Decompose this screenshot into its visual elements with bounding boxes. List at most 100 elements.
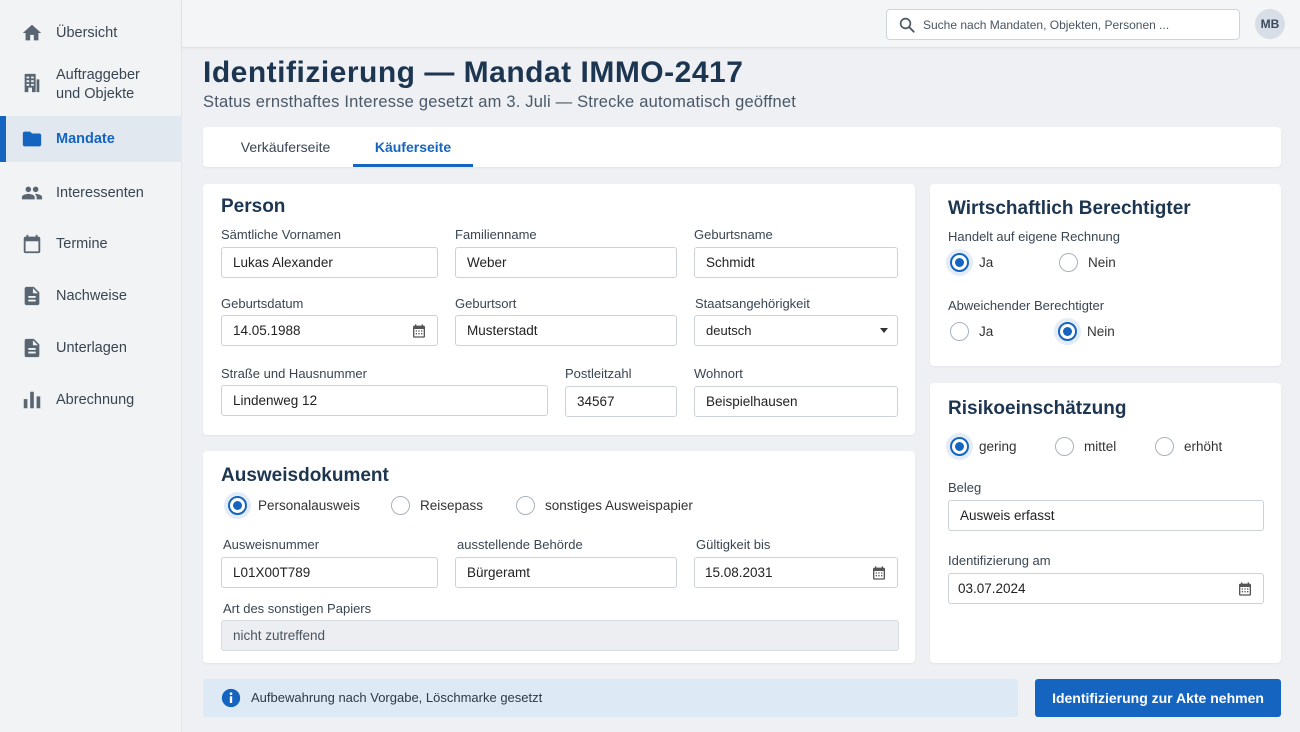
ausweis-title: Ausweisdokument bbox=[221, 465, 389, 486]
calendar-icon[interactable] bbox=[411, 323, 427, 339]
gueltigkeit-field[interactable] bbox=[694, 557, 898, 588]
gueltigkeit-label: Gültigkeit bis bbox=[696, 537, 771, 552]
sidebar-item-unterlagen[interactable]: Unterlagen bbox=[0, 325, 182, 371]
familienname-label: Familienname bbox=[455, 227, 537, 242]
calendar-icon[interactable] bbox=[871, 565, 887, 581]
plz-field[interactable] bbox=[565, 386, 677, 417]
tab-verkaeuferseite[interactable]: Verkäuferseite bbox=[218, 127, 353, 167]
radio-circle[interactable] bbox=[391, 496, 410, 515]
sidebar-item-abrechnung[interactable]: Abrechnung bbox=[0, 377, 182, 423]
geburtsname-field[interactable] bbox=[694, 247, 898, 278]
search-box[interactable] bbox=[886, 9, 1240, 40]
identifizierung-am-label: Identifizierung am bbox=[948, 553, 1051, 568]
wohnort-label: Wohnort bbox=[694, 366, 743, 381]
calendar-icon[interactable] bbox=[1237, 581, 1253, 597]
geburtsort-input[interactable] bbox=[456, 316, 676, 345]
sidebar-item-termine[interactable]: Termine bbox=[0, 221, 182, 267]
radio-label: Nein bbox=[1088, 255, 1116, 270]
strasse-field[interactable] bbox=[221, 385, 548, 416]
gueltigkeit-input[interactable] bbox=[695, 558, 897, 587]
tab-kaeuferseite[interactable]: Käuferseite bbox=[353, 127, 473, 167]
wohnort-input[interactable] bbox=[695, 387, 897, 416]
art-field bbox=[221, 620, 899, 651]
search-icon bbox=[899, 17, 915, 33]
person-card: Person Sämtliche Vornamen Familienname G… bbox=[203, 184, 915, 435]
radio-label: Ja bbox=[979, 324, 994, 339]
chevron-down-icon bbox=[880, 328, 888, 333]
identifizierung-am-field[interactable] bbox=[948, 573, 1264, 604]
ausweisnummer-input[interactable] bbox=[222, 558, 437, 587]
radio-personalausweis[interactable]: Personalausweis bbox=[228, 496, 360, 515]
radio-circle[interactable] bbox=[1155, 437, 1174, 456]
sidebar-item-label: Termine bbox=[56, 236, 108, 252]
geburtsort-field[interactable] bbox=[455, 315, 677, 346]
beleg-field[interactable] bbox=[948, 500, 1264, 531]
eigene-rechnung-label: Handelt auf eigene Rechnung bbox=[948, 229, 1121, 244]
vornamen-label: Sämtliche Vornamen bbox=[221, 227, 341, 242]
sidebar-item-interessenten[interactable]: Interessenten bbox=[0, 170, 182, 216]
geburtsname-input[interactable] bbox=[695, 248, 897, 277]
info-text: Aufbewahrung nach Vorgabe, Löschmarke ge… bbox=[251, 690, 543, 705]
strasse-input[interactable] bbox=[222, 386, 547, 415]
geburtsdatum-field[interactable] bbox=[221, 315, 438, 346]
familienname-field[interactable] bbox=[455, 247, 677, 278]
sidebar-item-label: Mandate bbox=[56, 131, 115, 147]
radio-abweichender-ja[interactable]: Ja bbox=[950, 322, 993, 341]
radio-label: Personalausweis bbox=[258, 498, 361, 513]
sidebar-item-auftraggeber[interactable]: Auftraggeber und Objekte bbox=[0, 60, 182, 106]
radio-label: gering bbox=[979, 439, 1017, 454]
behoerde-label: ausstellende Behörde bbox=[457, 537, 583, 552]
geburtsort-label: Geburtsort bbox=[455, 296, 517, 311]
strasse-label: Straße und Hausnummer bbox=[221, 366, 367, 381]
radio-label: Ja bbox=[979, 255, 994, 270]
search-input[interactable] bbox=[923, 10, 1233, 39]
behoerde-field[interactable] bbox=[455, 557, 677, 588]
sidebar-item-label: Abrechnung bbox=[56, 392, 135, 408]
calendar-icon bbox=[21, 233, 43, 255]
radio-label: Nein bbox=[1087, 324, 1115, 339]
page-subtitle: Status ernsthaftes Interesse gesetzt am … bbox=[203, 93, 797, 111]
familienname-input[interactable] bbox=[456, 248, 676, 277]
geburtsname-label: Geburtsname bbox=[694, 227, 773, 242]
identifizierung-zur-akte-button[interactable]: Identifizierung zur Akte nehmen bbox=[1035, 679, 1281, 717]
vornamen-field[interactable] bbox=[221, 247, 438, 278]
radio-eigene-rechnung-ja[interactable]: Ja bbox=[950, 253, 993, 272]
geburtsdatum-input[interactable] bbox=[222, 316, 437, 345]
sidebar-item-mandate[interactable]: Mandate bbox=[0, 116, 182, 162]
radio-sonstiges[interactable]: sonstiges Ausweispapier bbox=[516, 496, 693, 515]
ausweisnummer-field[interactable] bbox=[221, 557, 438, 588]
radio-circle[interactable] bbox=[950, 322, 969, 341]
people-icon bbox=[21, 182, 43, 204]
radio-reisepass[interactable]: Reisepass bbox=[391, 496, 483, 515]
staatsangehoerigkeit-select[interactable]: deutsch bbox=[694, 315, 898, 346]
sidebar-item-label: Übersicht bbox=[56, 25, 118, 41]
plz-input[interactable] bbox=[566, 387, 676, 416]
sidebar-item-nachweise[interactable]: Nachweise bbox=[0, 273, 182, 319]
sidebar-item-label: Unterlagen bbox=[56, 340, 127, 356]
beleg-input[interactable] bbox=[949, 501, 1263, 530]
radio-circle[interactable] bbox=[228, 496, 247, 515]
behoerde-input[interactable] bbox=[456, 558, 676, 587]
radio-circle[interactable] bbox=[950, 253, 969, 272]
ausweis-card: Ausweisdokument Personalausweis Reisepas… bbox=[203, 451, 915, 663]
sidebar-item-uebersicht[interactable]: Übersicht bbox=[0, 10, 182, 56]
staatsangehoerigkeit-label: Staatsangehörigkeit bbox=[695, 296, 810, 311]
radio-circle[interactable] bbox=[950, 437, 969, 456]
radio-circle[interactable] bbox=[1055, 437, 1074, 456]
radio-eigene-rechnung-nein[interactable]: Nein bbox=[1059, 253, 1116, 272]
radio-abweichender-nein[interactable]: Nein bbox=[1058, 322, 1115, 341]
art-input bbox=[222, 621, 898, 650]
radio-risiko-erhoeht[interactable]: erhöht bbox=[1155, 437, 1222, 456]
radio-circle[interactable] bbox=[516, 496, 535, 515]
tab-bar: Verkäuferseite Käuferseite bbox=[203, 127, 1281, 167]
radio-circle[interactable] bbox=[1058, 322, 1077, 341]
identifizierung-am-input[interactable] bbox=[949, 574, 1263, 603]
radio-risiko-gering[interactable]: gering bbox=[950, 437, 1017, 456]
radio-circle[interactable] bbox=[1059, 253, 1078, 272]
avatar[interactable]: MB bbox=[1255, 9, 1285, 39]
page-title: Identifizierung — Mandat IMMO-2417 bbox=[203, 56, 744, 89]
staatsangehoerigkeit-value: deutsch bbox=[706, 323, 752, 338]
vornamen-input[interactable] bbox=[222, 248, 437, 277]
wohnort-field[interactable] bbox=[694, 386, 898, 417]
radio-risiko-mittel[interactable]: mittel bbox=[1055, 437, 1116, 456]
